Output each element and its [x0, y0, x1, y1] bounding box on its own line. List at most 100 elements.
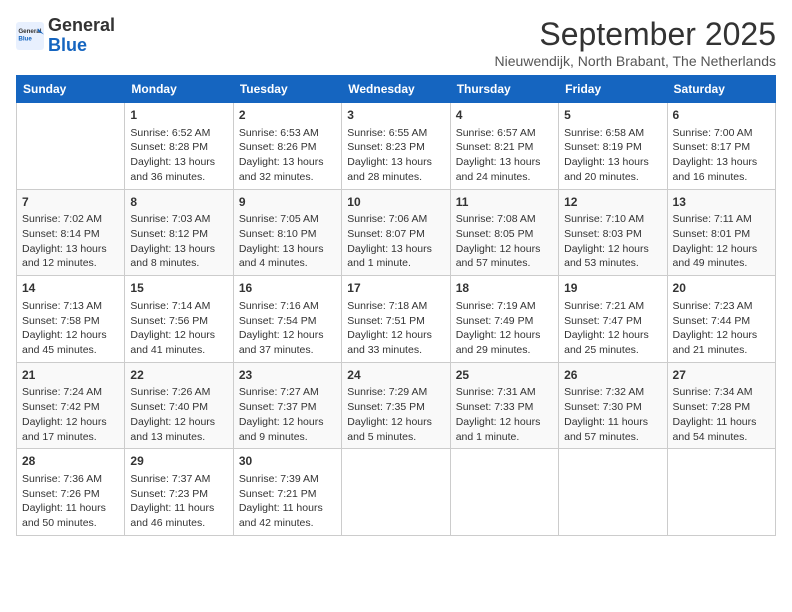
cell-w4-d2: 22Sunrise: 7:26 AMSunset: 7:40 PMDayligh… — [125, 362, 233, 449]
day-number: 17 — [347, 280, 444, 297]
day-number: 18 — [456, 280, 553, 297]
day-info-line: Daylight: 13 hours and 20 minutes. — [564, 155, 661, 184]
day-info-line: Sunset: 7:44 PM — [673, 314, 770, 329]
day-number: 11 — [456, 194, 553, 211]
day-number: 27 — [673, 367, 770, 384]
cell-w3-d4: 17Sunrise: 7:18 AMSunset: 7:51 PMDayligh… — [342, 276, 450, 363]
day-info-line: Sunset: 8:28 PM — [130, 140, 227, 155]
day-info-line: Sunrise: 7:18 AM — [347, 299, 444, 314]
day-number: 4 — [456, 107, 553, 124]
day-info-line: Sunset: 8:12 PM — [130, 227, 227, 242]
day-info-line: Sunrise: 7:23 AM — [673, 299, 770, 314]
day-number: 13 — [673, 194, 770, 211]
header-sunday: Sunday — [17, 76, 125, 103]
svg-text:Blue: Blue — [18, 35, 32, 42]
day-info-line: Daylight: 11 hours and 46 minutes. — [130, 501, 227, 530]
cell-w5-d1: 28Sunrise: 7:36 AMSunset: 7:26 PMDayligh… — [17, 449, 125, 536]
day-info-line: Sunset: 7:47 PM — [564, 314, 661, 329]
day-info-line: Sunset: 7:23 PM — [130, 487, 227, 502]
day-number: 6 — [673, 107, 770, 124]
month-title: September 2025 — [495, 16, 776, 53]
cell-w3-d5: 18Sunrise: 7:19 AMSunset: 7:49 PMDayligh… — [450, 276, 558, 363]
day-info-line: Sunset: 7:40 PM — [130, 400, 227, 415]
day-info-line: Sunrise: 7:39 AM — [239, 472, 336, 487]
day-info-line: Daylight: 12 hours and 5 minutes. — [347, 415, 444, 444]
day-info-line: Daylight: 12 hours and 13 minutes. — [130, 415, 227, 444]
day-info-line: Daylight: 12 hours and 17 minutes. — [22, 415, 119, 444]
day-number: 16 — [239, 280, 336, 297]
cell-w4-d6: 26Sunrise: 7:32 AMSunset: 7:30 PMDayligh… — [559, 362, 667, 449]
day-number: 12 — [564, 194, 661, 211]
day-info-line: Sunset: 7:33 PM — [456, 400, 553, 415]
cell-w3-d1: 14Sunrise: 7:13 AMSunset: 7:58 PMDayligh… — [17, 276, 125, 363]
day-info-line: Sunrise: 7:27 AM — [239, 385, 336, 400]
header-saturday: Saturday — [667, 76, 775, 103]
day-info-line: Daylight: 12 hours and 37 minutes. — [239, 328, 336, 357]
cell-w2-d4: 10Sunrise: 7:06 AMSunset: 8:07 PMDayligh… — [342, 189, 450, 276]
location-title: Nieuwendijk, North Brabant, The Netherla… — [495, 53, 776, 69]
week-row-5: 28Sunrise: 7:36 AMSunset: 7:26 PMDayligh… — [17, 449, 776, 536]
cell-w3-d7: 20Sunrise: 7:23 AMSunset: 7:44 PMDayligh… — [667, 276, 775, 363]
day-info-line: Sunset: 7:56 PM — [130, 314, 227, 329]
day-info-line: Sunset: 8:23 PM — [347, 140, 444, 155]
cell-w2-d1: 7Sunrise: 7:02 AMSunset: 8:14 PMDaylight… — [17, 189, 125, 276]
day-number: 8 — [130, 194, 227, 211]
day-info-line: Sunset: 7:42 PM — [22, 400, 119, 415]
cell-w2-d5: 11Sunrise: 7:08 AMSunset: 8:05 PMDayligh… — [450, 189, 558, 276]
day-info-line: Sunset: 8:19 PM — [564, 140, 661, 155]
day-info-line: Sunset: 8:21 PM — [456, 140, 553, 155]
day-info-line: Sunrise: 7:11 AM — [673, 212, 770, 227]
day-number: 15 — [130, 280, 227, 297]
cell-w1-d3: 2Sunrise: 6:53 AMSunset: 8:26 PMDaylight… — [233, 103, 341, 190]
cell-w4-d5: 25Sunrise: 7:31 AMSunset: 7:33 PMDayligh… — [450, 362, 558, 449]
day-number: 3 — [347, 107, 444, 124]
day-number: 5 — [564, 107, 661, 124]
day-number: 7 — [22, 194, 119, 211]
header-tuesday: Tuesday — [233, 76, 341, 103]
day-info-line: Sunset: 7:54 PM — [239, 314, 336, 329]
cell-w5-d3: 30Sunrise: 7:39 AMSunset: 7:21 PMDayligh… — [233, 449, 341, 536]
day-info-line: Daylight: 12 hours and 33 minutes. — [347, 328, 444, 357]
day-info-line: Sunset: 7:26 PM — [22, 487, 119, 502]
day-info-line: Daylight: 13 hours and 12 minutes. — [22, 242, 119, 271]
day-info-line: Sunrise: 7:05 AM — [239, 212, 336, 227]
day-info-line: Sunrise: 7:37 AM — [130, 472, 227, 487]
day-info-line: Sunrise: 7:31 AM — [456, 385, 553, 400]
cell-w5-d6 — [559, 449, 667, 536]
day-number: 22 — [130, 367, 227, 384]
day-info-line: Daylight: 12 hours and 9 minutes. — [239, 415, 336, 444]
cell-w2-d3: 9Sunrise: 7:05 AMSunset: 8:10 PMDaylight… — [233, 189, 341, 276]
day-info-line: Sunrise: 6:57 AM — [456, 126, 553, 141]
day-info-line: Daylight: 12 hours and 45 minutes. — [22, 328, 119, 357]
day-info-line: Sunrise: 7:14 AM — [130, 299, 227, 314]
day-info-line: Sunrise: 7:29 AM — [347, 385, 444, 400]
day-info-line: Sunrise: 7:32 AM — [564, 385, 661, 400]
logo: General Blue General Blue — [16, 16, 115, 56]
day-info-line: Sunset: 8:17 PM — [673, 140, 770, 155]
day-info-line: Daylight: 12 hours and 25 minutes. — [564, 328, 661, 357]
day-number: 2 — [239, 107, 336, 124]
day-info-line: Daylight: 12 hours and 1 minute. — [456, 415, 553, 444]
day-info-line: Sunset: 7:30 PM — [564, 400, 661, 415]
day-info-line: Daylight: 13 hours and 4 minutes. — [239, 242, 336, 271]
day-number: 19 — [564, 280, 661, 297]
cell-w1-d1 — [17, 103, 125, 190]
cell-w4-d3: 23Sunrise: 7:27 AMSunset: 7:37 PMDayligh… — [233, 362, 341, 449]
day-info-line: Sunrise: 7:02 AM — [22, 212, 119, 227]
day-info-line: Sunrise: 6:55 AM — [347, 126, 444, 141]
cell-w5-d4 — [342, 449, 450, 536]
week-row-4: 21Sunrise: 7:24 AMSunset: 7:42 PMDayligh… — [17, 362, 776, 449]
day-info-line: Sunrise: 7:08 AM — [456, 212, 553, 227]
cell-w4-d1: 21Sunrise: 7:24 AMSunset: 7:42 PMDayligh… — [17, 362, 125, 449]
day-info-line: Daylight: 13 hours and 8 minutes. — [130, 242, 227, 271]
day-info-line: Sunrise: 7:34 AM — [673, 385, 770, 400]
logo-icon: General Blue — [16, 22, 44, 50]
day-info-line: Sunset: 8:07 PM — [347, 227, 444, 242]
day-info-line: Daylight: 12 hours and 29 minutes. — [456, 328, 553, 357]
day-number: 21 — [22, 367, 119, 384]
day-number: 26 — [564, 367, 661, 384]
day-info-line: Sunrise: 7:03 AM — [130, 212, 227, 227]
day-info-line: Daylight: 12 hours and 41 minutes. — [130, 328, 227, 357]
logo-blue-text: Blue — [48, 35, 87, 55]
day-info-line: Sunset: 8:14 PM — [22, 227, 119, 242]
